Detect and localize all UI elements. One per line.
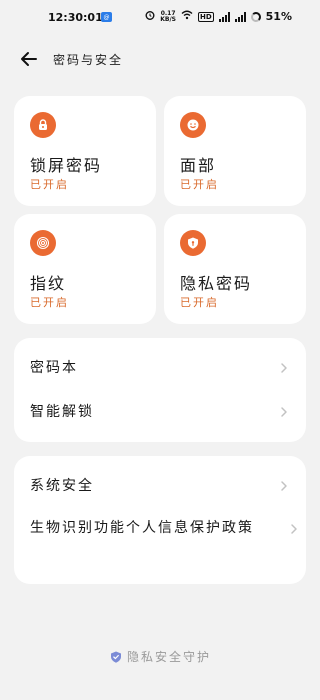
status-bar: 12:30:01 @ 0.17 KB/S HD 51% [0,0,320,36]
list-item-label: 智能解锁 [30,404,94,420]
list-item-label: 生物识别功能个人信息保护政策 [30,520,254,536]
list-item-password-book[interactable]: 密码本 [30,355,296,381]
notification-app-icon: @ [101,12,112,22]
hd-badge: HD [197,11,214,22]
chevron-right-icon [281,363,287,373]
list-item-biometric-privacy-policy[interactable]: 生物识别功能个人信息保护政策 [30,514,297,543]
tile-status: 已开启 [180,296,219,309]
tile-title: 指纹 [30,274,67,293]
tile-fingerprint[interactable]: 指纹 已开启 [14,214,156,324]
page-title: 密码与安全 [53,53,124,67]
lock-icon [30,112,56,138]
chevron-right-icon [281,481,287,491]
chevron-right-icon [281,407,287,417]
chevron-right-icon [291,523,297,534]
list-item-system-security[interactable]: 系统安全 [30,473,296,499]
settings-card-password-book: 密码本 智能解锁 [14,338,306,442]
status-time: 12:30:01 [48,11,103,24]
tile-title: 隐私密码 [180,274,253,293]
tile-status: 已开启 [180,178,219,191]
list-item-smart-unlock[interactable]: 智能解锁 [30,399,296,425]
list-item-label: 系统安全 [30,478,94,494]
fingerprint-icon [30,230,56,256]
network-speed: 0.17 KB/S [160,10,176,23]
shield-check-icon [110,651,121,663]
tile-lock-screen-password[interactable]: 锁屏密码 已开启 [14,96,156,206]
back-arrow-icon [21,52,37,66]
alarm-icon [145,10,155,23]
settings-card-system-security: 系统安全 生物识别功能个人信息保护政策 [14,456,306,584]
tile-status: 已开启 [30,178,69,191]
status-indicators: 0.17 KB/S HD 51% [145,10,292,23]
signal-icon-2 [234,11,246,22]
battery-percentage: 51% [265,10,292,23]
privacy-shield-icon [180,230,206,256]
back-button[interactable] [18,48,40,70]
list-item-label: 密码本 [30,360,78,376]
speed-unit: KB/S [160,15,176,23]
tile-status: 已开启 [30,296,69,309]
page-header: 密码与安全 [0,44,320,74]
wifi-icon [181,10,193,23]
tile-privacy-password[interactable]: 隐私密码 已开启 [164,214,306,324]
tile-face[interactable]: 面部 已开启 [164,96,306,206]
privacy-guard-footer[interactable]: 隐私安全守护 [0,648,320,665]
signal-icon-1 [218,11,230,22]
battery-icon [250,11,261,22]
face-icon [180,112,206,138]
tile-title: 锁屏密码 [30,156,103,175]
tile-title: 面部 [180,156,217,175]
footer-label: 隐私安全守护 [126,650,211,664]
